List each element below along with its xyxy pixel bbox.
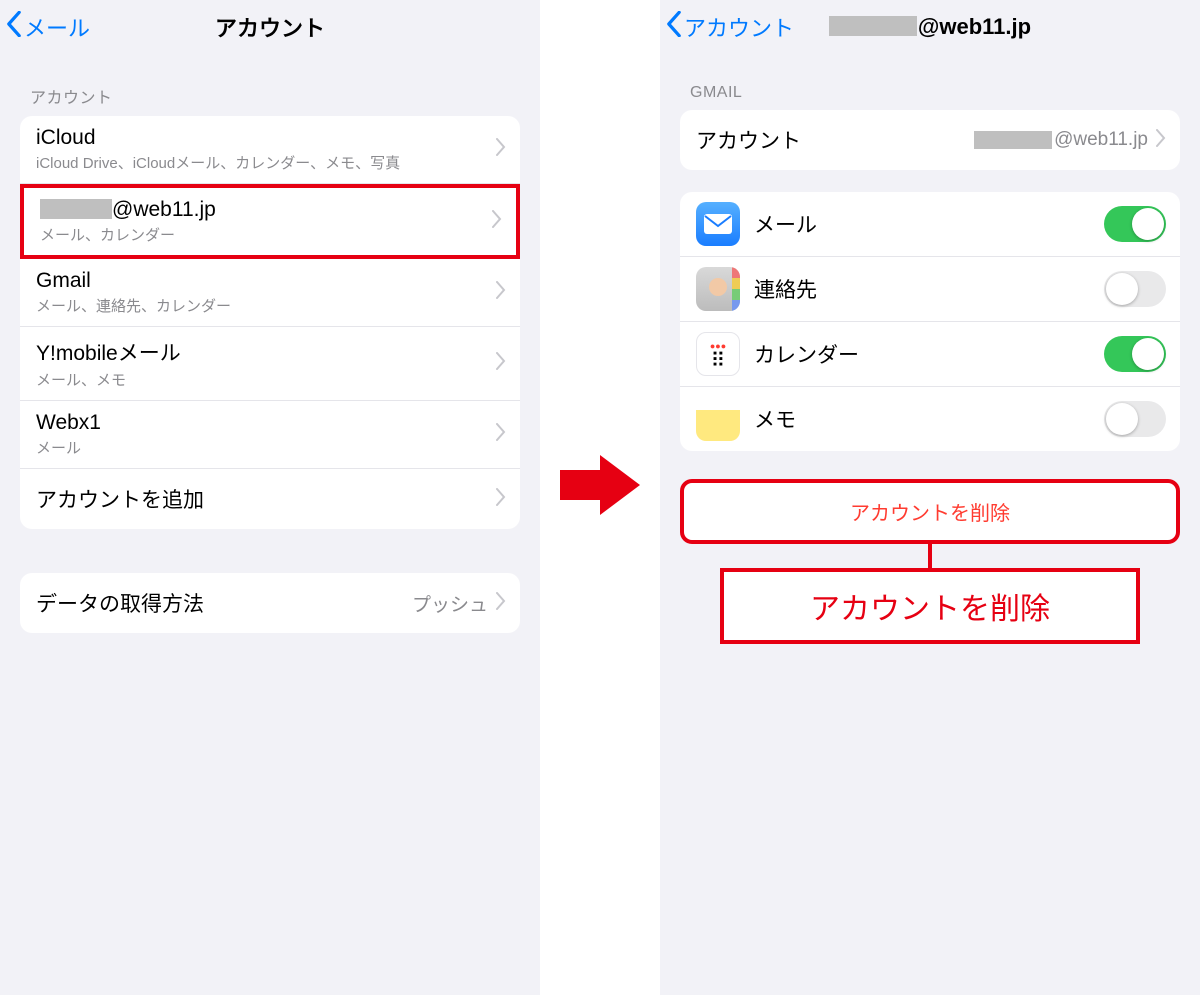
chevron-right-icon [496, 281, 506, 304]
account-detail-screen: アカウント @web11.jp GMAIL アカウント @web11.jp メー… [660, 0, 1200, 995]
account-title: Gmail [36, 269, 496, 293]
mail-toggle[interactable] [1104, 206, 1166, 242]
chevron-right-icon [496, 488, 506, 511]
service-row-notes: メモ [680, 387, 1180, 451]
contacts-icon [696, 267, 740, 311]
service-label: メモ [754, 404, 1104, 434]
account-subtitle: メール、カレンダー [40, 224, 492, 245]
accounts-screen: メール アカウント アカウント iCloud iCloud Drive、iClo… [0, 0, 540, 995]
callout-connector [928, 544, 932, 568]
chevron-left-icon [6, 11, 22, 43]
notes-icon [696, 397, 740, 441]
service-row-contacts: 連絡先 [680, 257, 1180, 322]
add-account-label: アカウントを追加 [36, 484, 496, 514]
arrow-right-icon [560, 455, 640, 515]
account-row-icloud[interactable]: iCloud iCloud Drive、iCloudメール、カレンダー、メモ、写… [20, 116, 520, 184]
delete-account-button[interactable]: アカウントを削除 [680, 479, 1180, 544]
back-label: アカウント [684, 11, 794, 43]
account-title: Y!mobileメール [36, 337, 496, 367]
calendar-icon: ●●● ⠿ [696, 332, 740, 376]
add-account-row[interactable]: アカウントを追加 [20, 469, 520, 529]
chevron-left-icon [666, 11, 682, 43]
section-header: アカウント [0, 54, 540, 116]
redacted-text [829, 16, 917, 36]
account-subtitle: メール、連絡先、カレンダー [36, 295, 496, 316]
mail-icon [696, 202, 740, 246]
notes-toggle[interactable] [1104, 401, 1166, 437]
account-row-webx1[interactable]: Webx1 メール [20, 401, 520, 469]
account-title: iCloud [36, 126, 496, 150]
account-subtitle: メール [36, 437, 496, 458]
fetch-group: データの取得方法 プッシュ [20, 573, 520, 633]
back-button[interactable]: アカウント [666, 11, 794, 43]
service-label: カレンダー [754, 339, 1104, 369]
contacts-toggle[interactable] [1104, 271, 1166, 307]
back-label: メール [24, 11, 90, 43]
account-email-row[interactable]: アカウント @web11.jp [680, 110, 1180, 170]
services-group: メール 連絡先 ●●● ⠿ カレンダー メモ [680, 192, 1180, 451]
account-info-group: アカウント @web11.jp [680, 110, 1180, 170]
account-row-gmail[interactable]: Gmail メール、連絡先、カレンダー [20, 259, 520, 327]
account-label: アカウント [696, 125, 974, 155]
callout-label: アカウントを削除 [720, 568, 1140, 644]
service-label: 連絡先 [754, 274, 1104, 304]
account-title: @web11.jp [40, 198, 492, 222]
account-title: Webx1 [36, 411, 496, 435]
nav-bar: メール アカウント [0, 0, 540, 54]
step-arrow-col [540, 0, 660, 995]
account-row-web11[interactable]: @web11.jp メール、カレンダー [20, 184, 520, 259]
redacted-text [974, 131, 1052, 149]
account-email-value: @web11.jp [974, 129, 1148, 151]
chevron-right-icon [496, 138, 506, 161]
service-row-mail: メール [680, 192, 1180, 257]
chevron-right-icon [1156, 129, 1166, 152]
account-subtitle: iCloud Drive、iCloudメール、カレンダー、メモ、写真 [36, 152, 496, 173]
back-button[interactable]: メール [6, 11, 90, 43]
nav-bar: アカウント @web11.jp [660, 0, 1200, 54]
chevron-right-icon [496, 352, 506, 375]
calendar-toggle[interactable] [1104, 336, 1166, 372]
accounts-group: iCloud iCloud Drive、iCloudメール、カレンダー、メモ、写… [20, 116, 520, 529]
fetch-label: データの取得方法 [36, 588, 412, 618]
chevron-right-icon [496, 423, 506, 446]
service-row-calendar: ●●● ⠿ カレンダー [680, 322, 1180, 387]
account-row-ymobile[interactable]: Y!mobileメール メール、メモ [20, 327, 520, 401]
fetch-row[interactable]: データの取得方法 プッシュ [20, 573, 520, 633]
account-subtitle: メール、メモ [36, 369, 496, 390]
service-label: メール [754, 209, 1104, 239]
section-header: GMAIL [660, 54, 1200, 110]
delete-label: アカウントを削除 [850, 503, 1010, 525]
chevron-right-icon [496, 592, 506, 615]
chevron-right-icon [492, 210, 502, 233]
fetch-value: プッシュ [412, 590, 488, 617]
redacted-text [40, 199, 112, 219]
